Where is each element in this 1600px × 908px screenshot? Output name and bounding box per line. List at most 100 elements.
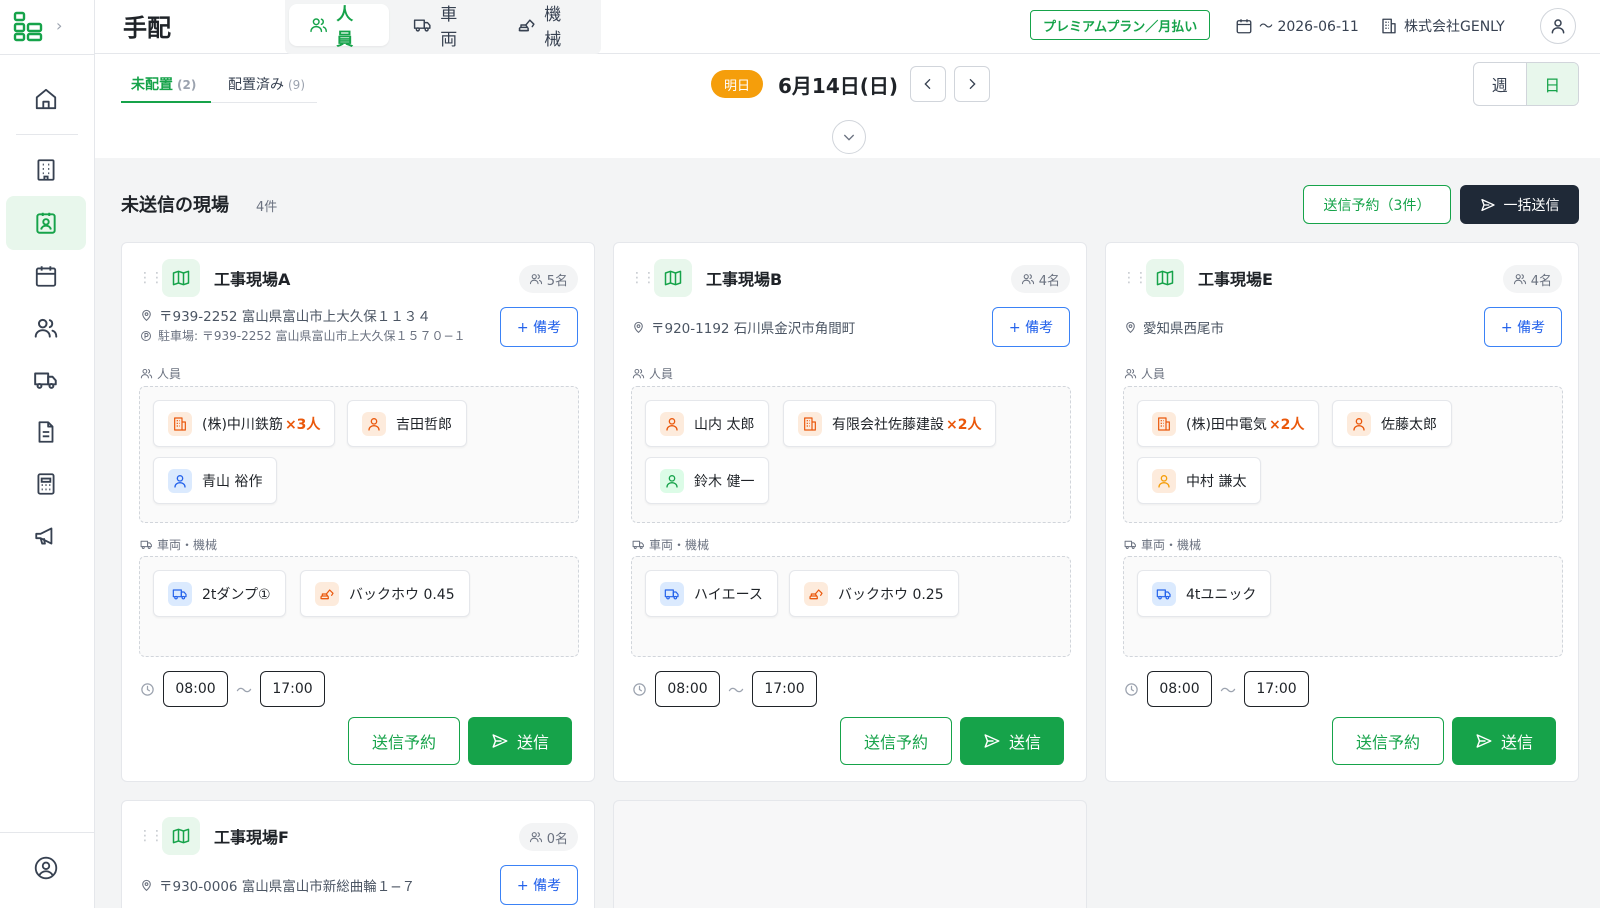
top-header: 手配 人員 車両 機械 プレミアムプラン／月払い 〜 2026-06-11 株式… [95, 0, 1600, 54]
sidebar-item-calendar[interactable] [6, 249, 86, 303]
add-memo-button[interactable]: + 備考 [500, 865, 578, 905]
time-separator: 〜 [236, 681, 253, 700]
chip-multiplier: ×2人 [1268, 416, 1305, 433]
add-memo-button[interactable]: + 備考 [1484, 307, 1562, 347]
location-pin-icon [1124, 321, 1137, 334]
people-dropzone[interactable]: (株)中川鉄筋 ×3人 吉田哲郎 青山 裕作 [139, 386, 579, 523]
assigned-vehicle-chip[interactable]: 2tダンプ① [153, 570, 286, 617]
sidebar-item-estimates[interactable] [6, 457, 86, 511]
clock-icon [632, 682, 647, 697]
building-icon [37, 159, 55, 181]
view-day-button[interactable]: 日 [1525, 63, 1578, 105]
sidebar-item-members[interactable] [6, 301, 86, 355]
prev-day-button[interactable] [910, 66, 946, 102]
app-logo[interactable] [12, 10, 44, 42]
drag-handle-icon[interactable]: ⋮⋮ [138, 270, 164, 286]
resource-tabs: 人員 車両 機械 [285, 0, 601, 54]
drag-handle-icon[interactable]: ⋮⋮ [1122, 270, 1148, 286]
send-button[interactable]: 送信 [1452, 717, 1556, 765]
sidebar-item-documents[interactable] [6, 405, 86, 459]
assigned-machine-chip[interactable]: バックホウ 0.25 [789, 570, 959, 617]
person-icon [1347, 411, 1371, 436]
vehicles-dropzone[interactable]: 2tダンプ① バックホウ 0.45 [139, 556, 579, 657]
send-all-button[interactable]: 一括送信 [1460, 185, 1579, 224]
start-time-input[interactable]: 08:00 [655, 671, 720, 707]
assigned-person-chip[interactable]: 鈴木 健一 [645, 457, 770, 504]
contract-period: 〜 2026-06-11 [1235, 16, 1359, 36]
schedule-all-button[interactable]: 送信予約（3件） [1303, 185, 1451, 224]
tab-vehicles[interactable]: 車両 [393, 4, 493, 50]
users-icon [1021, 272, 1035, 286]
site-name: 工事現場B [706, 270, 783, 289]
chip-name: 有限会社佐藤建設 [832, 416, 944, 433]
send-button[interactable]: 送信 [468, 717, 572, 765]
current-date: 6月14日(日) [778, 74, 899, 98]
sidebar-item-home[interactable] [6, 72, 86, 126]
tab-unplaced[interactable]: 未配置 (2) [131, 74, 196, 94]
start-time-input[interactable]: 08:00 [163, 671, 228, 707]
sidebar-divider-bottom [0, 832, 95, 833]
assigned-person-chip[interactable]: 山内 太郎 [645, 400, 770, 447]
send-icon [1475, 732, 1493, 750]
end-time-input[interactable]: 17:00 [1244, 671, 1310, 707]
headcount-badge: 5名 [518, 265, 578, 293]
building-icon [1152, 411, 1176, 436]
assigned-vehicle-chip[interactable]: ハイエース [645, 570, 778, 617]
assigned-person-chip[interactable]: 佐藤太郎 [1332, 400, 1452, 447]
drag-handle-icon[interactable]: ⋮⋮ [138, 828, 164, 844]
end-time-input[interactable]: 17:00 [260, 671, 326, 707]
person-icon [1549, 17, 1567, 35]
vehicles-dropzone[interactable]: 4tユニック [1123, 556, 1563, 657]
start-time-input[interactable]: 08:00 [1147, 671, 1212, 707]
vehicles-section-label: 車両・機械 [140, 536, 217, 553]
assigned-company-chip[interactable]: (株)田中電気 ×2人 [1137, 400, 1320, 447]
assigned-company-chip[interactable]: (株)中川鉄筋 ×3人 [153, 400, 336, 447]
users-icon [309, 15, 328, 35]
sidebar-expand-icon[interactable]: › [56, 16, 62, 35]
assigned-person-chip[interactable]: 吉田哲郎 [347, 400, 467, 447]
headcount-text: 4名 [1530, 273, 1552, 289]
tab-machines[interactable]: 機械 [497, 4, 597, 50]
tab-people[interactable]: 人員 [289, 4, 389, 50]
map-icon [162, 259, 200, 297]
chevron-down-icon [843, 134, 855, 141]
calendar-icon [35, 266, 57, 287]
people-dropzone[interactable]: 山内 太郎 有限会社佐藤建設 ×2人 鈴木 健一 [631, 386, 1071, 523]
site-card: ⋮⋮ 工事現場F 0名 〒930-0006 富山県富山市新総曲輪１−７ + 備考 [121, 800, 595, 908]
user-avatar[interactable] [1540, 8, 1576, 44]
people-section-label: 人員 [140, 365, 181, 382]
schedule-send-button[interactable]: 送信予約 [348, 717, 460, 765]
sidebar-item-arrangement[interactable] [6, 196, 86, 250]
people-dropzone[interactable]: (株)田中電気 ×2人 佐藤太郎 中村 謙太 [1123, 386, 1563, 523]
assigned-machine-chip[interactable]: バックホウ 0.45 [300, 570, 470, 617]
view-week-button[interactable]: 週 [1474, 63, 1526, 105]
add-memo-button[interactable]: + 備考 [992, 307, 1070, 347]
expand-button[interactable] [832, 120, 866, 154]
assigned-person-chip[interactable]: 中村 謙太 [1137, 457, 1262, 504]
users-icon [1513, 272, 1527, 286]
section-count: 4件 [256, 200, 278, 215]
sidebar-item-vehicles[interactable] [6, 353, 86, 407]
send-button[interactable]: 送信 [960, 717, 1064, 765]
assigned-company-chip[interactable]: 有限会社佐藤建設 ×2人 [783, 400, 997, 447]
plan-badge[interactable]: プレミアムプラン／月払い [1030, 10, 1211, 40]
chip-label: (株)田中電気 ×2人 [1186, 414, 1304, 434]
chip-name: 青山 裕作 [202, 473, 263, 490]
end-time-input[interactable]: 17:00 [752, 671, 818, 707]
next-day-button[interactable] [954, 66, 990, 102]
schedule-send-button[interactable]: 送信予約 [1332, 717, 1444, 765]
tab-placed-count: (9) [288, 78, 305, 92]
drag-handle-icon[interactable]: ⋮⋮ [630, 270, 656, 286]
vehicles-dropzone[interactable]: ハイエース バックホウ 0.25 [631, 556, 1071, 657]
sidebar-divider [0, 54, 95, 55]
sidebar-item-account[interactable] [6, 841, 86, 895]
tab-placed[interactable]: 配置済み (9) [228, 74, 305, 94]
add-memo-button[interactable]: + 備考 [500, 307, 578, 347]
assigned-vehicle-chip[interactable]: 4tユニック [1137, 570, 1272, 617]
assigned-person-chip[interactable]: 青山 裕作 [153, 457, 278, 504]
sidebar-item-sites[interactable] [6, 143, 86, 197]
people-section-label: 人員 [1124, 365, 1165, 382]
schedule-send-button[interactable]: 送信予約 [840, 717, 952, 765]
truck-icon [660, 581, 684, 606]
sidebar-item-announcements[interactable] [6, 509, 86, 563]
